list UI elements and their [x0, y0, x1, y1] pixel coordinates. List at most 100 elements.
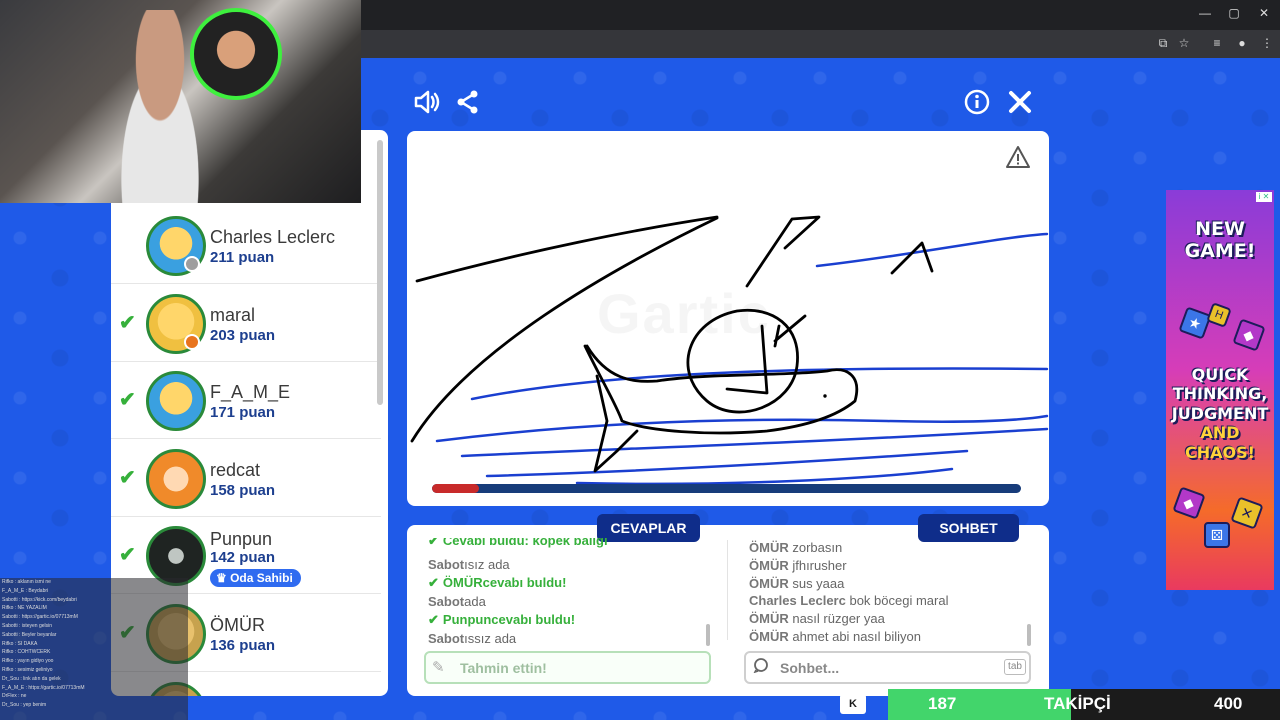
answer-correct-message: ✔ Cevabı buldu: köpek balığı — [428, 538, 608, 548]
message-author: Sabot — [428, 556, 465, 572]
badge-label: Oda Sahibi — [230, 571, 293, 585]
ad-card-icon: ✕ — [1230, 496, 1264, 530]
stream-chat-line: Rifko : COHTWCERK — [2, 649, 51, 656]
streamer-webcam — [0, 0, 361, 203]
chat-scrollbar[interactable] — [1027, 624, 1031, 646]
answer-message: Sabotada — [428, 594, 486, 610]
check-icon: ✔ — [119, 467, 136, 489]
message-author: ÖMÜR — [442, 575, 483, 591]
player-list-scrollbar[interactable] — [377, 140, 383, 405]
message-text: bok böcegi maral — [849, 593, 949, 609]
stream-chat-line: Rifko : aklanın ismi ne — [2, 579, 51, 585]
player-name: ÖMÜR — [210, 615, 265, 635]
bookmark-star-icon[interactable]: ☆ — [1177, 36, 1191, 50]
info-icon[interactable] — [963, 88, 991, 116]
message-text: nasıl rüzger yaa — [792, 611, 885, 627]
ad-card-icon: ◆ — [1172, 486, 1206, 520]
stream-chat-line: Sabotti : https://kick.com/beydabri — [2, 596, 77, 603]
restore-icon[interactable]: ▢ — [1227, 6, 1241, 20]
player-score: 142 puan — [210, 549, 276, 566]
chat-message: ÖMÜR zorbasın — [749, 540, 842, 556]
ad-choices-icon[interactable]: i ✕ — [1256, 192, 1272, 202]
chat-message: ÖMÜR sus yaaa — [749, 576, 844, 592]
ad-text: THINKING, — [1172, 384, 1268, 403]
minimize-icon[interactable]: — — [1198, 6, 1212, 20]
round-timer-bar — [432, 484, 1021, 493]
stream-chat-line: Rifko : NE YAZALIM — [2, 605, 47, 612]
message-text: cevabı buldu! — [482, 575, 567, 591]
player-score: 158 puan — [210, 482, 276, 499]
message-text: jfhırusher — [792, 557, 847, 573]
stream-chat-line: Dr_Sou : yep benim — [2, 702, 47, 709]
tab-chat[interactable]: SOHBET — [918, 514, 1019, 542]
stream-chat-line: Sabotti : https://gartic.io/07713mM — [2, 614, 78, 621]
check-icon: ✔ — [428, 575, 439, 591]
ad-text: GAME! — [1184, 240, 1256, 262]
kick-logo-icon: K — [840, 694, 866, 714]
ad-card-icon: ⚄ — [1204, 522, 1230, 548]
speaker-icon[interactable] — [412, 88, 440, 116]
browser-menu-icon[interactable]: ⋮ — [1260, 36, 1274, 50]
avatar — [146, 371, 206, 431]
message-text: zorbasın — [792, 540, 843, 555]
player-name: Charles Leclerc — [210, 227, 336, 247]
check-icon: ✔ — [428, 538, 439, 548]
stream-chat-line: Rifko : SI DAKA — [2, 640, 38, 647]
player-name: maral — [210, 305, 256, 325]
panel-divider — [727, 540, 728, 640]
close-icon[interactable] — [1006, 88, 1034, 116]
message-text: ada — [464, 593, 486, 609]
ad-text: CHAOS! — [1185, 443, 1255, 462]
drawing-canvas[interactable]: Gartic — [407, 131, 1049, 506]
follower-label: TAKİPÇİ — [1044, 694, 1111, 713]
chat-input[interactable] — [744, 651, 1031, 684]
player-score: 203 puan — [210, 327, 276, 344]
stream-chat-line: Sabotti : Beyler beyanlar — [2, 631, 57, 638]
check-icon: ✔ — [119, 389, 136, 411]
guess-input[interactable] — [424, 651, 711, 684]
message-author: ÖMÜR — [749, 540, 789, 555]
player-score: 171 puan — [210, 404, 276, 421]
player-row: ✔ maral 203 puan — [111, 285, 381, 362]
ad-card-icon: ★ — [1178, 306, 1212, 340]
tab-answers[interactable]: CEVAPLAR — [597, 514, 700, 542]
answers-scrollbar[interactable] — [706, 624, 710, 646]
message-text: sus yaaa — [792, 575, 845, 591]
room-owner-badge: ♛ Oda Sahibi — [210, 569, 301, 587]
message-text: Cevabı buldu: köpek balığı — [442, 538, 608, 548]
message-text: cevabı buldu! — [491, 612, 576, 628]
stream-chat-line: Sabotti : isteyen gelsin — [2, 622, 53, 629]
message-author: Sabot — [428, 593, 465, 609]
player-row: ✔ F_A_M_E 171 puan — [111, 362, 381, 439]
drawing-strokes — [410, 215, 1049, 486]
share-icon[interactable] — [454, 88, 482, 116]
screen-capture-icon[interactable]: ⧉ — [1156, 36, 1170, 50]
answer-correct-message: ✔ ÖMÜRcevabı buldu! — [428, 575, 566, 591]
message-author: ÖMÜR — [749, 611, 789, 627]
message-text: ahmet abi nasıl biliyon — [792, 629, 921, 644]
stream-chat-line: Rifko : sesimiz geliniyo — [2, 666, 53, 673]
answer-message: Sabotısız ada — [428, 557, 510, 573]
stream-chat-line: DrFlex : ne — [2, 693, 27, 700]
tab-search-icon[interactable]: ≡ — [1210, 36, 1224, 50]
stream-chat-line: Rifko : yayın gidiyo yoo — [2, 658, 54, 665]
check-icon: ✔ — [119, 544, 136, 566]
avatar — [146, 449, 206, 509]
check-icon: ✔ — [119, 312, 136, 334]
follower-goal-target: 400 — [1214, 694, 1243, 713]
chat-message: ÖMÜR nasıl rüzger yaa — [749, 611, 885, 627]
stream-chat-line: Dr_Sou : link atın da gelek — [2, 675, 61, 682]
player-name: Punpun — [210, 529, 273, 549]
status-dot — [184, 256, 200, 272]
player-row: Charles Leclerc 211 puan — [111, 207, 381, 284]
advertisement[interactable]: i ✕ NEW GAME! ★ H ◆ QUICK THINKING, JUDG… — [1166, 190, 1274, 590]
window-close-icon[interactable]: ✕ — [1257, 6, 1271, 20]
profile-icon[interactable]: ● — [1235, 36, 1249, 50]
player-score: 136 puan — [210, 637, 276, 654]
check-icon: ✔ — [428, 612, 439, 628]
ad-text: NEW — [1195, 218, 1245, 240]
ad-text: JUDGMENT — [1171, 404, 1269, 423]
follower-count: 187 — [928, 694, 957, 713]
chat-message: Charles Leclerc bok böcegi maral — [749, 593, 948, 609]
pencil-icon: ✎ — [432, 659, 445, 676]
